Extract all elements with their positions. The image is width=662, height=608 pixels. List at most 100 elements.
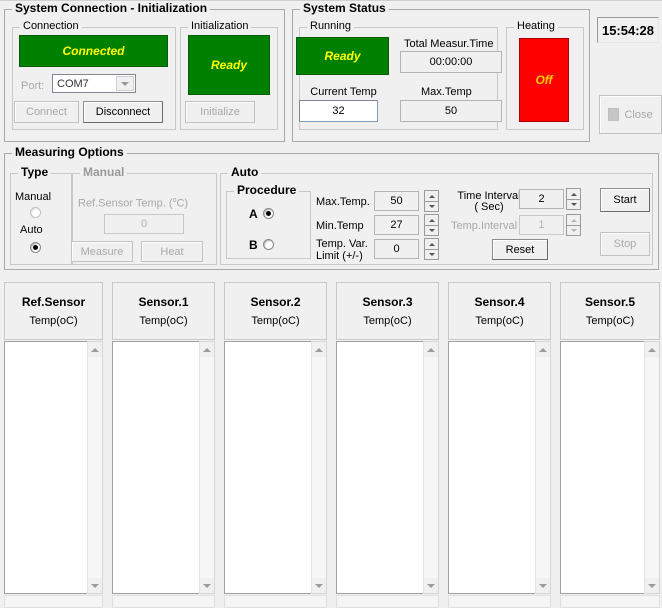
- scroll-up-icon[interactable]: [536, 342, 550, 357]
- spinner-down-icon[interactable]: [424, 201, 439, 212]
- scroll-down-icon[interactable]: [200, 578, 214, 593]
- scroll-up-icon[interactable]: [88, 342, 102, 357]
- total-measure-time-label: Total Measur.Time: [404, 38, 494, 50]
- type-auto-radio-dot: [33, 245, 38, 250]
- sensor-scrollbar-1[interactable]: [199, 341, 215, 594]
- spinner-down-icon[interactable]: [566, 199, 581, 210]
- temp-interval-label: Temp.Interval: [451, 220, 518, 232]
- spinner-up-icon[interactable]: [424, 214, 439, 225]
- procedure-b-radio[interactable]: [263, 239, 274, 250]
- sensor-scrollbar-5[interactable]: [644, 341, 660, 594]
- scroll-down-icon[interactable]: [536, 578, 550, 593]
- auto-max-temp-input[interactable]: 50: [374, 191, 419, 211]
- heat-button[interactable]: Heat: [141, 241, 203, 262]
- auto-min-temp-value: 27: [390, 219, 403, 231]
- clock-text: 15:54:28: [601, 22, 655, 38]
- sensor-hscroll-1[interactable]: [112, 595, 215, 608]
- close-window-icon: [608, 108, 620, 121]
- stop-button[interactable]: Stop: [600, 232, 650, 256]
- current-temp-text: 32: [332, 105, 345, 117]
- auto-min-temp-spinner[interactable]: [424, 214, 439, 236]
- disconnect-button[interactable]: Disconnect: [83, 101, 163, 123]
- current-temp-value: 32: [299, 100, 378, 122]
- scroll-up-icon[interactable]: [645, 342, 659, 357]
- temp-var-limit-input[interactable]: 0: [374, 239, 419, 259]
- temp-interval-spinner[interactable]: [566, 214, 581, 236]
- sensor-header-5: Sensor.5 Temp(oC): [560, 282, 660, 340]
- scroll-up-icon[interactable]: [200, 342, 214, 357]
- sensor-unit-5: Temp(oC): [585, 315, 635, 327]
- sensor-listbox-2[interactable]: [224, 341, 316, 594]
- sensor-listbox-5[interactable]: [560, 341, 649, 594]
- sensor-listbox-1[interactable]: [112, 341, 204, 594]
- connection-status-indicator: Connected: [19, 35, 168, 67]
- reset-button-label: Reset: [505, 243, 535, 256]
- sensor-listbox-4[interactable]: [448, 341, 540, 594]
- temp-interval-input[interactable]: 1: [519, 215, 564, 235]
- close-button[interactable]: Close: [599, 95, 662, 134]
- clock-display: 15:54:28: [597, 17, 659, 43]
- spinner-down-icon[interactable]: [424, 249, 439, 260]
- procedure-a-radio[interactable]: [263, 208, 274, 219]
- scroll-down-icon[interactable]: [88, 578, 102, 593]
- start-button-label: Start: [613, 194, 637, 206]
- start-button[interactable]: Start: [600, 188, 650, 212]
- sensor-scrollbar-2[interactable]: [311, 341, 327, 594]
- type-auto-radio[interactable]: [30, 242, 41, 253]
- ref-sensor-temp-label-text: Ref.Sensor Temp. (: [78, 197, 173, 210]
- initialization-status-text: Ready: [210, 58, 248, 72]
- ref-sensor-temp-input[interactable]: 0: [104, 214, 184, 234]
- sensor-header-1: Sensor.1 Temp(oC): [112, 282, 215, 340]
- scroll-down-icon[interactable]: [312, 578, 326, 593]
- port-selected-value: COM7: [57, 77, 89, 90]
- spinner-down-icon[interactable]: [424, 225, 439, 236]
- auto-max-temp-label: Max.Temp.: [316, 196, 370, 208]
- chevron-down-icon[interactable]: [116, 76, 134, 91]
- sensor-scrollbar-0[interactable]: [87, 341, 103, 594]
- sensor-scrollbar-3[interactable]: [423, 341, 439, 594]
- scroll-down-icon[interactable]: [645, 578, 659, 593]
- sensor-name-2: Sensor.2: [250, 295, 301, 309]
- reset-button[interactable]: Reset: [492, 239, 548, 260]
- spinner-up-icon[interactable]: [424, 238, 439, 249]
- auto-max-temp-value: 50: [390, 195, 403, 207]
- temp-interval-value: 1: [538, 219, 545, 231]
- close-button-label: Close: [624, 108, 653, 121]
- sensor-unit-4: Temp(oC): [475, 315, 524, 327]
- scroll-down-icon[interactable]: [424, 578, 438, 593]
- sensor-hscroll-5[interactable]: [560, 595, 660, 608]
- sensor-hscroll-0[interactable]: [4, 595, 103, 608]
- procedure-a-label: A: [249, 207, 258, 221]
- spinner-up-icon[interactable]: [566, 214, 581, 225]
- type-caption: Type: [18, 166, 52, 178]
- measure-button[interactable]: Measure: [71, 241, 133, 262]
- sensor-unit-2: Temp(oC): [251, 315, 300, 327]
- sensor-name-5: Sensor.5: [584, 295, 636, 309]
- type-auto-label: Auto: [20, 224, 43, 236]
- spinner-up-icon[interactable]: [566, 188, 581, 199]
- temp-var-limit-spinner[interactable]: [424, 238, 439, 260]
- port-select[interactable]: COM7: [52, 74, 136, 93]
- type-manual-radio[interactable]: [30, 207, 41, 218]
- auto-max-temp-spinner[interactable]: [424, 190, 439, 212]
- disconnect-button-label: Disconnect: [95, 106, 151, 118]
- scroll-up-icon[interactable]: [424, 342, 438, 357]
- sensor-listbox-0[interactable]: [4, 341, 92, 594]
- sensor-listbox-3[interactable]: [336, 341, 428, 594]
- spinner-down-icon[interactable]: [566, 225, 581, 236]
- connect-button[interactable]: Connect: [14, 101, 79, 123]
- scroll-up-icon[interactable]: [312, 342, 326, 357]
- sensor-hscroll-4[interactable]: [448, 595, 551, 608]
- sensor-hscroll-3[interactable]: [336, 595, 439, 608]
- running-status-indicator: Ready: [296, 37, 389, 75]
- sensor-scrollbar-4[interactable]: [535, 341, 551, 594]
- sensor-unit-1: Temp(oC): [139, 315, 188, 327]
- time-interval-input[interactable]: 2: [519, 189, 564, 209]
- time-interval-spinner[interactable]: [566, 188, 581, 210]
- auto-caption: Auto: [228, 166, 262, 178]
- spinner-up-icon[interactable]: [424, 190, 439, 201]
- heating-status-text: Off: [535, 73, 553, 87]
- initialize-button[interactable]: Initialize: [185, 101, 255, 123]
- auto-min-temp-input[interactable]: 27: [374, 215, 419, 235]
- sensor-hscroll-2[interactable]: [224, 595, 327, 608]
